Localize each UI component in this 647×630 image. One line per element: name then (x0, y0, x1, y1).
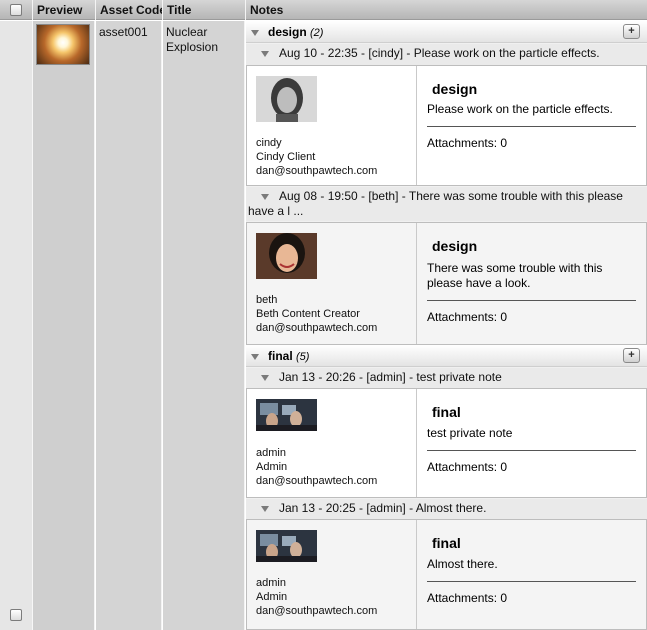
author-login: cindy (256, 137, 282, 149)
note-body: admin Admin dan@southpawtech.com final A… (246, 519, 647, 630)
avatar (256, 76, 317, 122)
note-context-label: design (432, 238, 478, 254)
column-header-title[interactable]: Title (163, 0, 246, 20)
select-all-checkbox[interactable] (10, 4, 22, 16)
author-email[interactable]: dan@southpawtech.com (256, 321, 377, 335)
note-context-label: final (432, 404, 461, 420)
asset-code-cell: asset001 (96, 21, 162, 630)
author-email[interactable]: dan@southpawtech.com (256, 474, 377, 488)
preview-cell (33, 21, 95, 630)
note-header-text: Jan 13 - 20:26 - [admin] - test private … (279, 370, 502, 384)
table-header: Preview Asset Code Title Notes (0, 0, 647, 20)
divider (427, 126, 636, 127)
avatar (256, 233, 317, 279)
select-all-cell (0, 0, 33, 20)
attachments-count[interactable]: Attachments: 0 (427, 591, 507, 605)
divider (427, 450, 636, 451)
note-header[interactable]: Jan 13 - 20:25 - [admin] - Almost there. (246, 499, 647, 519)
row-select-cell (0, 21, 33, 630)
note-text: There was some trouble with this please … (427, 261, 603, 290)
avatar (256, 399, 317, 431)
author-login: beth (256, 294, 278, 306)
author-login: admin (256, 577, 286, 589)
preview-thumbnail[interactable] (36, 24, 90, 65)
triangle-down-icon[interactable] (251, 354, 259, 360)
context-name: design (2) (268, 25, 324, 39)
divider (427, 300, 636, 301)
author-name: Cindy Client (256, 151, 316, 163)
author-email[interactable]: dan@southpawtech.com (256, 604, 377, 618)
title-cell: Nuclear Explosion (163, 21, 245, 630)
add-note-button[interactable]: + (623, 348, 640, 363)
note-author: beth Beth Content Creator dan@southpawte… (247, 223, 417, 344)
note-author: cindy Cindy Client dan@southpawtech.com (247, 66, 417, 185)
note-context-label: final (432, 535, 461, 551)
note-header-text: Jan 13 - 20:25 - [admin] - Almost there. (279, 501, 487, 515)
column-header-preview[interactable]: Preview (33, 0, 96, 20)
note-text: Please work on the particle effects. (427, 102, 613, 116)
avatar (256, 530, 317, 562)
note-header-text: Aug 08 - 19:50 - [beth] - There was some… (248, 189, 623, 218)
note-author: admin Admin dan@southpawtech.com (247, 520, 417, 629)
note-text: test private note (427, 426, 513, 440)
row-checkbox[interactable] (10, 609, 22, 621)
author-name: Beth Content Creator (256, 308, 360, 320)
author-email[interactable]: dan@southpawtech.com (256, 164, 377, 178)
note-body: admin Admin dan@southpawtech.com final t… (246, 388, 647, 498)
context-header-design[interactable]: design (2) + (246, 21, 647, 43)
note-author: admin Admin dan@southpawtech.com (247, 389, 417, 497)
context-name: final (5) (268, 349, 310, 363)
note-header[interactable]: Aug 10 - 22:35 - [cindy] - Please work o… (246, 44, 647, 65)
triangle-down-icon[interactable] (261, 194, 269, 200)
column-header-notes[interactable]: Notes (246, 0, 647, 20)
column-header-asset-code[interactable]: Asset Code (96, 0, 163, 20)
note-header[interactable]: Jan 13 - 20:26 - [admin] - test private … (246, 368, 647, 388)
triangle-down-icon[interactable] (261, 506, 269, 512)
attachments-count[interactable]: Attachments: 0 (427, 136, 507, 150)
note-body: beth Beth Content Creator dan@southpawte… (246, 222, 647, 345)
note-content: final Almost there. Attachments: 0 (427, 520, 636, 629)
add-note-button[interactable]: + (623, 24, 640, 39)
context-header-final[interactable]: final (5) + (246, 345, 647, 367)
note-content: final test private note Attachments: 0 (427, 389, 636, 497)
triangle-down-icon[interactable] (251, 30, 259, 36)
author-name: Admin (256, 591, 288, 603)
note-content: design There was some trouble with this … (427, 223, 636, 344)
note-context-label: design (432, 81, 478, 97)
note-header-text: Aug 10 - 22:35 - [cindy] - Please work o… (279, 46, 600, 60)
triangle-down-icon[interactable] (261, 51, 269, 57)
context-count: (5) (296, 351, 310, 363)
notes-cell: design (2) + Aug 10 - 22:35 - [cindy] - … (246, 21, 647, 630)
note-body: cindy Cindy Client dan@southpawtech.com … (246, 65, 647, 186)
note-content: design Please work on the particle effec… (427, 66, 636, 185)
attachments-count[interactable]: Attachments: 0 (427, 460, 507, 474)
note-text: Almost there. (427, 557, 498, 571)
note-header[interactable]: Aug 08 - 19:50 - [beth] - There was some… (246, 187, 647, 221)
triangle-down-icon[interactable] (261, 375, 269, 381)
attachments-count[interactable]: Attachments: 0 (427, 310, 507, 324)
divider (427, 581, 636, 582)
context-count: (2) (310, 27, 324, 39)
author-name: Admin (256, 461, 288, 473)
author-login: admin (256, 447, 286, 459)
